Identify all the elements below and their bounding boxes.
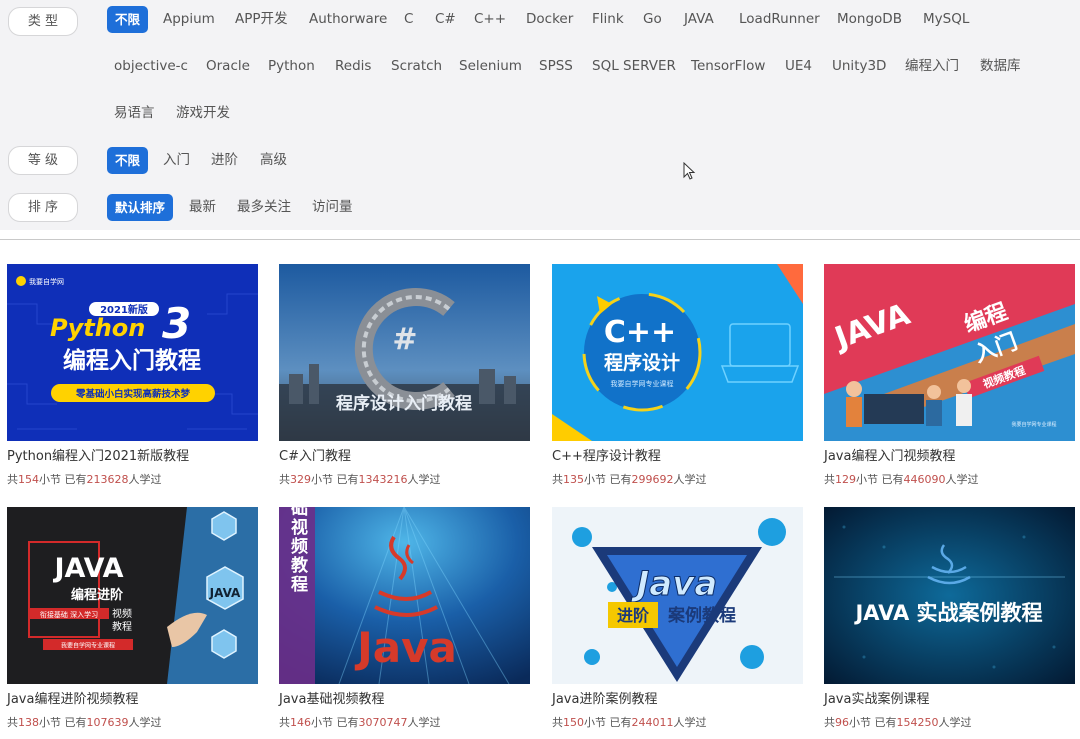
svg-text:基础视频教程: 基础视频教程 [287,507,309,594]
course-stats: 共96小节 已有154250人学过 [824,716,972,729]
svg-text:程序设计入门教程: 程序设计入门教程 [336,393,472,414]
type-option-c[interactable]: C [404,6,413,33]
type-option-unity3d[interactable]: Unity3D [832,53,886,80]
svg-text:#: # [392,322,417,357]
course-title[interactable]: Java基础视频教程 [279,688,384,707]
course-title[interactable]: C#入门教程 [279,445,351,464]
type-option-programming-intro[interactable]: 编程入门 [905,53,959,80]
type-option-tensorflow[interactable]: TensorFlow [691,53,765,80]
type-option-mysql[interactable]: MySQL [923,6,969,33]
sort-option-newest[interactable]: 最新 [189,194,216,221]
filter-panel: 类 型 不限 Appium APP开发 Authorware C C# C++ Docker F… [0,0,1080,230]
course-thumbnail[interactable]: 基础视频教程 Java [279,507,530,684]
course-stats: 共138小节 已有107639人学过 [7,716,162,729]
course-thumbnail[interactable]: Java 进阶 案例教程 [552,507,803,684]
type-option-flink[interactable]: Flink [592,6,624,33]
course-card[interactable]: # 程序设计入门教程 C#入门教程 共329小节 已有1343216人学过 [279,264,530,494]
type-option-python[interactable]: Python [268,53,315,80]
sort-filter-label: 排 序 [8,193,78,222]
svg-text:我要自学网: 我要自学网 [29,277,64,286]
svg-text:Python: Python [50,314,145,342]
course-stats: 共146小节 已有3070747人学过 [279,716,441,729]
type-option-e-language[interactable]: 易语言 [114,100,155,127]
course-card[interactable]: 我要自学网 2021新版 Python 3 编程入门教程 零基础小白实现高薪技术… [7,264,258,494]
level-option-intermediate[interactable]: 进阶 [211,147,238,174]
svg-text:JAVA: JAVA [52,553,123,584]
svg-text:我要自学网专业课程: 我要自学网专业课程 [61,642,115,650]
svg-text:Java: Java [631,564,718,604]
course-title[interactable]: Java编程进阶视频教程 [7,688,138,707]
course-card[interactable]: JAVA 编程 入门 视频教程 我要自学网专业课程 Java编程入门视频教程 共… [824,264,1075,494]
svg-text:程序设计: 程序设计 [604,351,680,374]
svg-text:零基础小白实现高薪技术梦: 零基础小白实现高薪技术梦 [75,388,191,400]
course-stats: 共129小节 已有446090人学过 [824,473,979,486]
level-option-unlimited[interactable]: 不限 [107,147,149,174]
svg-text:编程入门教程: 编程入门教程 [63,347,201,374]
type-option-oracle[interactable]: Oracle [206,53,250,80]
type-option-sql-server[interactable]: SQL SERVER [592,53,676,80]
course-title[interactable]: C++程序设计教程 [552,445,661,464]
course-card[interactable]: JAVA 编程进阶 视频 教程 衔接基础 深入学习 我要自学网专业课程 JAVA… [7,507,258,737]
type-option-mongodb[interactable]: MongoDB [837,6,902,33]
level-filter-label: 等 级 [8,146,78,175]
sort-option-most-followed[interactable]: 最多关注 [237,194,291,221]
course-stats: 共150小节 已有244011人学过 [552,716,707,729]
sort-option-visits[interactable]: 访问量 [312,194,353,221]
course-title[interactable]: Java编程入门视频教程 [824,445,955,464]
svg-text:C++: C++ [604,315,676,350]
type-option-spss[interactable]: SPSS [539,53,573,80]
svg-text:案例教程: 案例教程 [667,605,736,626]
type-option-loadrunner[interactable]: LoadRunner [739,6,820,33]
type-option-ue4[interactable]: UE4 [785,53,812,80]
type-option-unlimited[interactable]: 不限 [107,6,149,33]
svg-text:教程: 教程 [112,620,132,633]
course-thumbnail[interactable]: JAVA 实战案例教程 [824,507,1075,684]
course-card[interactable]: 基础视频教程 Java Java基础视频教程 共146小节 已有3070747人… [279,507,530,737]
type-option-game-dev[interactable]: 游戏开发 [176,100,230,127]
level-option-advanced[interactable]: 高级 [260,147,287,174]
type-option-authorware[interactable]: Authorware [309,6,387,33]
type-option-docker[interactable]: Docker [526,6,573,33]
type-option-go[interactable]: Go [643,6,662,33]
type-option-app-dev[interactable]: APP开发 [235,6,288,33]
sort-option-default-sort[interactable]: 默认排序 [107,194,174,221]
type-option-c[interactable]: C++ [474,6,506,33]
mouse-cursor-icon [683,162,696,180]
svg-text:进阶: 进阶 [617,606,650,625]
course-title[interactable]: Python编程入门2021新版教程 [7,445,189,464]
svg-text:我要自学网专业课程: 我要自学网专业课程 [1011,421,1056,428]
type-filter-label: 类 型 [8,7,78,36]
svg-text:JAVA 实战案例教程: JAVA 实战案例教程 [853,601,1042,625]
course-thumbnail[interactable]: C++ 程序设计 我要自学网专业课程 [552,264,803,441]
course-card[interactable]: JAVA 实战案例教程 Java实战案例课程 共96小节 已有154250人学过 [824,507,1075,737]
course-thumbnail[interactable]: 我要自学网 2021新版 Python 3 编程入门教程 零基础小白实现高薪技术… [7,264,258,441]
svg-text:衔接基础 深入学习: 衔接基础 深入学习 [40,610,98,619]
course-thumbnail[interactable]: JAVA 编程 入门 视频教程 我要自学网专业课程 [824,264,1075,441]
svg-text:Java: Java [354,623,457,672]
type-option-objective-c[interactable]: objective-c [114,53,188,80]
course-thumbnail[interactable]: # 程序设计入门教程 [279,264,530,441]
type-option-selenium[interactable]: Selenium [459,53,522,80]
course-stats: 共135小节 已有299692人学过 [552,473,707,486]
type-option-redis[interactable]: Redis [335,53,371,80]
course-stats: 共154小节 已有213628人学过 [7,473,162,486]
svg-text:JAVA: JAVA [209,586,241,600]
course-card[interactable]: C++ 程序设计 我要自学网专业课程 C++程序设计教程 共135小节 已有29… [552,264,803,494]
course-stats: 共329小节 已有1343216人学过 [279,473,441,486]
course-title[interactable]: Java实战案例课程 [824,688,929,707]
svg-text:3: 3 [162,299,191,348]
course-card[interactable]: Java 进阶 案例教程 Java进阶案例教程 共150小节 已有244011人… [552,507,803,737]
svg-text:视频: 视频 [112,607,132,620]
course-thumbnail[interactable]: JAVA 编程进阶 视频 教程 衔接基础 深入学习 我要自学网专业课程 JAVA [7,507,258,684]
type-option-c[interactable]: C# [435,6,456,33]
type-option-scratch[interactable]: Scratch [391,53,442,80]
divider [0,239,1080,240]
level-option-beginner[interactable]: 入门 [163,147,190,174]
course-title[interactable]: Java进阶案例教程 [552,688,657,707]
type-option-java[interactable]: JAVA [684,6,714,33]
svg-text:我要自学网专业课程: 我要自学网专业课程 [611,379,674,388]
svg-text:编程进阶: 编程进阶 [71,587,124,603]
type-option-database[interactable]: 数据库 [980,53,1021,80]
type-option-appium[interactable]: Appium [163,6,215,33]
